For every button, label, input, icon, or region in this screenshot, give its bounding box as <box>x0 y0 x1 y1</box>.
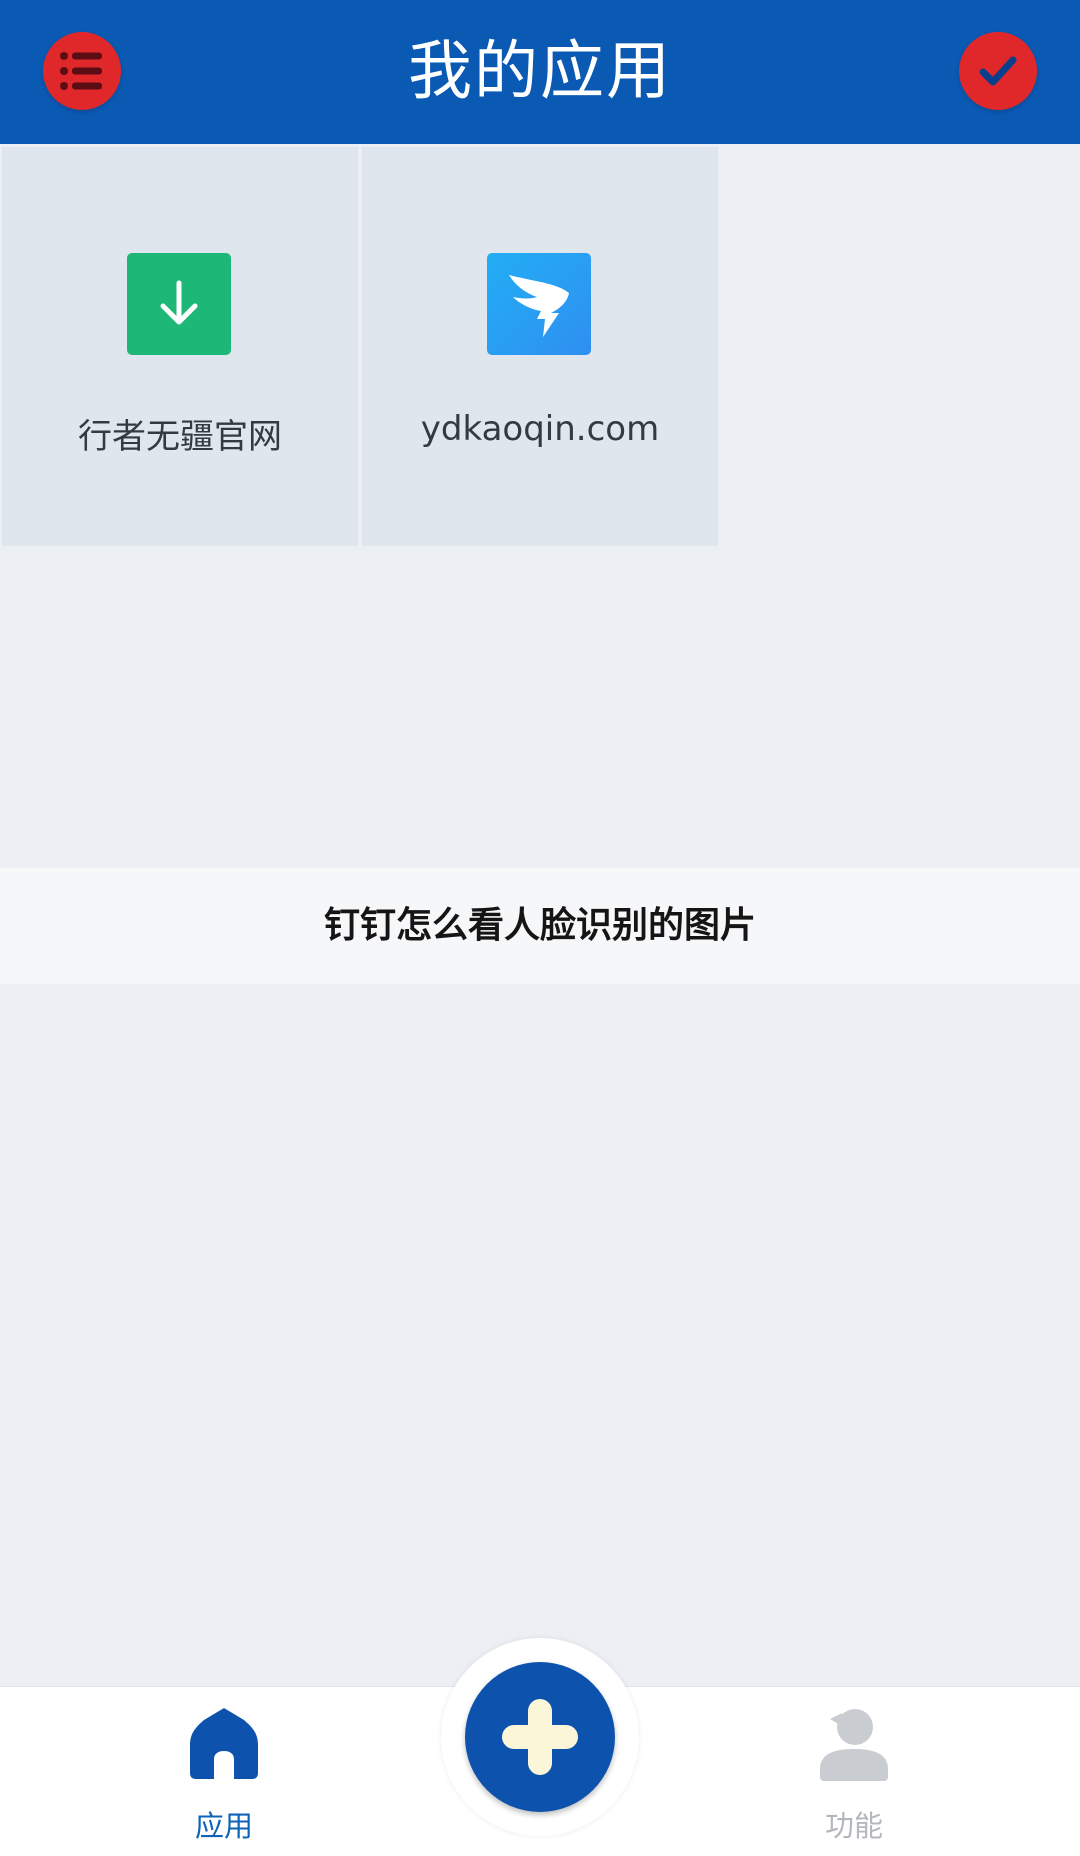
top-app-bar: 我的应用 <box>0 0 1080 144</box>
app-icon-xingzhe <box>127 253 231 355</box>
plus-icon <box>502 1699 578 1775</box>
page-title: 我的应用 <box>408 35 672 109</box>
app-label: ydkaoqin.com <box>420 409 660 449</box>
download-arrow-icon <box>160 280 198 325</box>
home-icon <box>190 1708 258 1779</box>
add-button[interactable] <box>465 1662 615 1812</box>
nav-label-apps: 应用 <box>194 1809 253 1843</box>
dingtalk-wing-icon <box>509 275 569 337</box>
app-tile-ydkaoqin[interactable]: ydkaoqin.com <box>362 147 718 546</box>
confirm-button[interactable] <box>959 32 1037 110</box>
nav-item-functions[interactable]: 功能 <box>754 1687 954 1856</box>
fab-container <box>441 1638 639 1836</box>
nav-item-apps[interactable]: 应用 <box>124 1687 324 1856</box>
nav-label-functions: 功能 <box>824 1809 883 1843</box>
caption-banner: 钉钉怎么看人脸识别的图片 <box>0 868 1080 984</box>
app-icon-ydkaoqin <box>487 253 591 355</box>
user-icon <box>820 1709 888 1781</box>
banner-text: 钉钉怎么看人脸识别的图片 <box>323 905 756 946</box>
checkmark-icon <box>979 56 1017 86</box>
app-label: 行者无疆官网 <box>78 417 282 457</box>
app-tile-xingzhe[interactable]: 行者无疆官网 <box>2 147 358 546</box>
